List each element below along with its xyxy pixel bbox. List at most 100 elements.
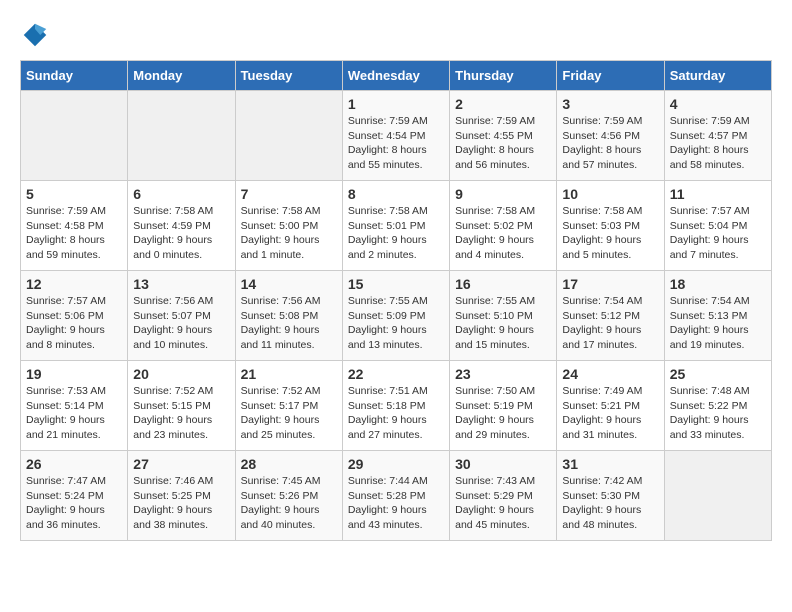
- day-number: 27: [133, 456, 229, 472]
- day-info: Sunrise: 7:56 AM Sunset: 5:08 PM Dayligh…: [241, 294, 337, 353]
- day-info: Sunrise: 7:59 AM Sunset: 4:56 PM Dayligh…: [562, 114, 658, 173]
- day-number: 5: [26, 186, 122, 202]
- calendar-cell: 4 Sunrise: 7:59 AM Sunset: 4:57 PM Daylig…: [664, 91, 771, 181]
- calendar-cell: [235, 91, 342, 181]
- calendar-cell: 30Sunrise: 7:43 AM Sunset: 5:29 PM Dayli…: [450, 451, 557, 541]
- calendar-week-1: 1 Sunrise: 7:59 AM Sunset: 4:54 PM Daylig…: [21, 91, 772, 181]
- calendar-week-2: 5 Sunrise: 7:59 AM Sunset: 4:58 PM Daylig…: [21, 181, 772, 271]
- day-number: 29: [348, 456, 444, 472]
- calendar-cell: [664, 451, 771, 541]
- calendar-header-row: SundayMondayTuesdayWednesdayThursdayFrid…: [21, 61, 772, 91]
- day-number: 25: [670, 366, 766, 382]
- day-info: Sunrise: 7:58 AM Sunset: 5:02 PM Dayligh…: [455, 204, 551, 263]
- calendar-cell: 15 Sunrise: 7:55 AM Sunset: 5:09 PM Dayli…: [342, 271, 449, 361]
- day-number: 1: [348, 96, 444, 112]
- calendar-cell: 20 Sunrise: 7:52 AM Sunset: 5:15 PM Dayli…: [128, 361, 235, 451]
- day-info: Sunrise: 7:59 AM Sunset: 4:58 PM Dayligh…: [26, 204, 122, 263]
- page-header: [20, 20, 772, 50]
- day-info: Sunrise: 7:49 AM Sunset: 5:21 PM Dayligh…: [562, 384, 658, 443]
- day-info: Sunrise: 7:58 AM Sunset: 5:01 PM Dayligh…: [348, 204, 444, 263]
- calendar-cell: 3 Sunrise: 7:59 AM Sunset: 4:56 PM Daylig…: [557, 91, 664, 181]
- calendar-cell: 9 Sunrise: 7:58 AM Sunset: 5:02 PM Daylig…: [450, 181, 557, 271]
- day-number: 24: [562, 366, 658, 382]
- day-number: 28: [241, 456, 337, 472]
- day-info: Sunrise: 7:46 AM Sunset: 5:25 PM Dayligh…: [133, 474, 229, 533]
- day-info: Sunrise: 7:57 AM Sunset: 5:06 PM Dayligh…: [26, 294, 122, 353]
- calendar-cell: 24 Sunrise: 7:49 AM Sunset: 5:21 PM Dayli…: [557, 361, 664, 451]
- calendar-cell: 29 Sunrise: 7:44 AM Sunset: 5:28 PM Dayli…: [342, 451, 449, 541]
- calendar-cell: 2Sunrise: 7:59 AM Sunset: 4:55 PM Daylig…: [450, 91, 557, 181]
- day-info: Sunrise: 7:44 AM Sunset: 5:28 PM Dayligh…: [348, 474, 444, 533]
- day-info: Sunrise: 7:51 AM Sunset: 5:18 PM Dayligh…: [348, 384, 444, 443]
- day-info: Sunrise: 7:56 AM Sunset: 5:07 PM Dayligh…: [133, 294, 229, 353]
- day-number: 18: [670, 276, 766, 292]
- calendar-cell: [128, 91, 235, 181]
- day-info: Sunrise: 7:52 AM Sunset: 5:17 PM Dayligh…: [241, 384, 337, 443]
- calendar-cell: 21 Sunrise: 7:52 AM Sunset: 5:17 PM Dayli…: [235, 361, 342, 451]
- day-number: 15: [348, 276, 444, 292]
- logo: [20, 20, 52, 50]
- calendar-cell: [21, 91, 128, 181]
- weekday-header-tuesday: Tuesday: [235, 61, 342, 91]
- day-number: 19: [26, 366, 122, 382]
- day-number: 21: [241, 366, 337, 382]
- day-number: 26: [26, 456, 122, 472]
- day-number: 20: [133, 366, 229, 382]
- day-number: 6: [133, 186, 229, 202]
- day-info: Sunrise: 7:53 AM Sunset: 5:14 PM Dayligh…: [26, 384, 122, 443]
- day-number: 14: [241, 276, 337, 292]
- day-number: 23: [455, 366, 551, 382]
- day-number: 4: [670, 96, 766, 112]
- calendar-cell: 31Sunrise: 7:42 AM Sunset: 5:30 PM Dayli…: [557, 451, 664, 541]
- day-number: 13: [133, 276, 229, 292]
- day-info: Sunrise: 7:59 AM Sunset: 4:57 PM Dayligh…: [670, 114, 766, 173]
- calendar-week-3: 12 Sunrise: 7:57 AM Sunset: 5:06 PM Dayli…: [21, 271, 772, 361]
- day-info: Sunrise: 7:58 AM Sunset: 4:59 PM Dayligh…: [133, 204, 229, 263]
- day-number: 22: [348, 366, 444, 382]
- calendar-table: SundayMondayTuesdayWednesdayThursdayFrid…: [20, 60, 772, 541]
- calendar-cell: 13 Sunrise: 7:56 AM Sunset: 5:07 PM Dayli…: [128, 271, 235, 361]
- calendar-cell: 26 Sunrise: 7:47 AM Sunset: 5:24 PM Dayli…: [21, 451, 128, 541]
- calendar-cell: 25 Sunrise: 7:48 AM Sunset: 5:22 PM Dayli…: [664, 361, 771, 451]
- weekday-header-saturday: Saturday: [664, 61, 771, 91]
- calendar-week-4: 19 Sunrise: 7:53 AM Sunset: 5:14 PM Dayli…: [21, 361, 772, 451]
- day-info: Sunrise: 7:54 AM Sunset: 5:13 PM Dayligh…: [670, 294, 766, 353]
- day-info: Sunrise: 7:47 AM Sunset: 5:24 PM Dayligh…: [26, 474, 122, 533]
- day-info: Sunrise: 7:43 AM Sunset: 5:29 PM Dayligh…: [455, 474, 551, 533]
- calendar-cell: 10 Sunrise: 7:58 AM Sunset: 5:03 PM Dayli…: [557, 181, 664, 271]
- calendar-cell: 28 Sunrise: 7:45 AM Sunset: 5:26 PM Dayli…: [235, 451, 342, 541]
- day-number: 10: [562, 186, 658, 202]
- day-info: Sunrise: 7:58 AM Sunset: 5:03 PM Dayligh…: [562, 204, 658, 263]
- day-info: Sunrise: 7:50 AM Sunset: 5:19 PM Dayligh…: [455, 384, 551, 443]
- day-info: Sunrise: 7:54 AM Sunset: 5:12 PM Dayligh…: [562, 294, 658, 353]
- calendar-cell: 8 Sunrise: 7:58 AM Sunset: 5:01 PM Daylig…: [342, 181, 449, 271]
- day-number: 12: [26, 276, 122, 292]
- day-info: Sunrise: 7:59 AM Sunset: 4:54 PM Dayligh…: [348, 114, 444, 173]
- calendar-cell: 7 Sunrise: 7:58 AM Sunset: 5:00 PM Daylig…: [235, 181, 342, 271]
- day-info: Sunrise: 7:45 AM Sunset: 5:26 PM Dayligh…: [241, 474, 337, 533]
- day-number: 7: [241, 186, 337, 202]
- day-number: 11: [670, 186, 766, 202]
- calendar-cell: 17 Sunrise: 7:54 AM Sunset: 5:12 PM Dayli…: [557, 271, 664, 361]
- calendar-cell: 16Sunrise: 7:55 AM Sunset: 5:10 PM Dayli…: [450, 271, 557, 361]
- day-info: Sunrise: 7:58 AM Sunset: 5:00 PM Dayligh…: [241, 204, 337, 263]
- calendar-cell: 18 Sunrise: 7:54 AM Sunset: 5:13 PM Dayli…: [664, 271, 771, 361]
- calendar-cell: 27 Sunrise: 7:46 AM Sunset: 5:25 PM Dayli…: [128, 451, 235, 541]
- calendar-cell: 14 Sunrise: 7:56 AM Sunset: 5:08 PM Dayli…: [235, 271, 342, 361]
- calendar-cell: 5 Sunrise: 7:59 AM Sunset: 4:58 PM Daylig…: [21, 181, 128, 271]
- weekday-header-friday: Friday: [557, 61, 664, 91]
- day-number: 9: [455, 186, 551, 202]
- day-number: 17: [562, 276, 658, 292]
- calendar-week-5: 26 Sunrise: 7:47 AM Sunset: 5:24 PM Dayli…: [21, 451, 772, 541]
- calendar-cell: 22 Sunrise: 7:51 AM Sunset: 5:18 PM Dayli…: [342, 361, 449, 451]
- logo-icon: [20, 20, 50, 50]
- calendar-cell: 11 Sunrise: 7:57 AM Sunset: 5:04 PM Dayli…: [664, 181, 771, 271]
- calendar-cell: 1 Sunrise: 7:59 AM Sunset: 4:54 PM Daylig…: [342, 91, 449, 181]
- day-info: Sunrise: 7:57 AM Sunset: 5:04 PM Dayligh…: [670, 204, 766, 263]
- day-info: Sunrise: 7:55 AM Sunset: 5:09 PM Dayligh…: [348, 294, 444, 353]
- day-number: 8: [348, 186, 444, 202]
- day-number: 31: [562, 456, 658, 472]
- day-info: Sunrise: 7:52 AM Sunset: 5:15 PM Dayligh…: [133, 384, 229, 443]
- day-info: Sunrise: 7:48 AM Sunset: 5:22 PM Dayligh…: [670, 384, 766, 443]
- day-number: 3: [562, 96, 658, 112]
